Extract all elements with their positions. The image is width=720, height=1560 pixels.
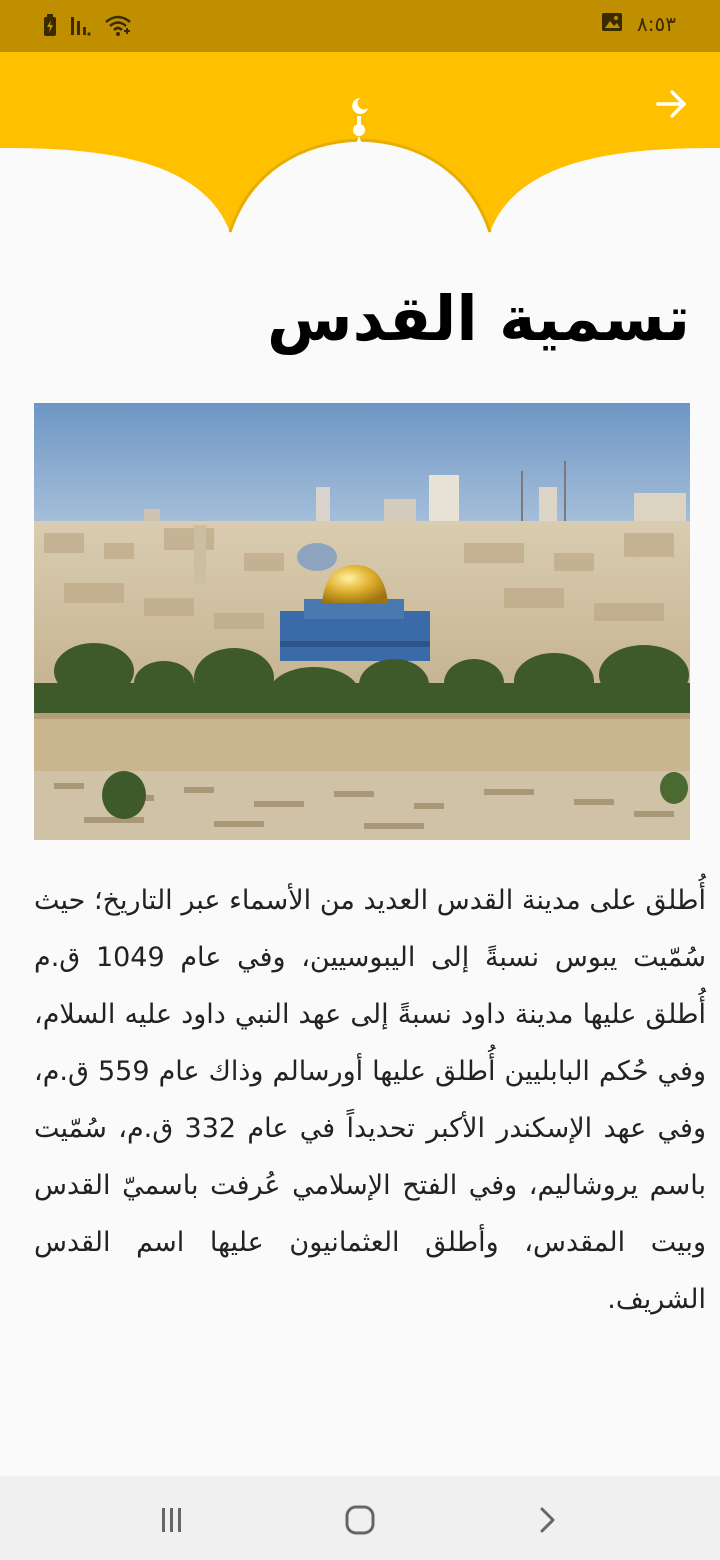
home-icon: [345, 1505, 375, 1535]
arrow-right-icon: [656, 90, 686, 118]
home-button[interactable]: [340, 1500, 380, 1540]
battery-charging-icon: [42, 14, 58, 42]
header-arch-shape: [0, 52, 720, 233]
signal-icon: [70, 15, 92, 41]
recents-button[interactable]: [152, 1500, 192, 1540]
back-button[interactable]: [654, 86, 690, 122]
nav-back-button[interactable]: [526, 1500, 566, 1540]
header-banner: [0, 52, 720, 252]
hero-image: [34, 403, 690, 840]
status-time: ٨:٥٣: [637, 12, 676, 36]
recents-icon: [162, 1508, 181, 1532]
wifi-icon: [104, 14, 132, 42]
system-nav-bar: [0, 1476, 720, 1560]
back-icon: [540, 1507, 555, 1533]
status-bar: ٨:٥٣: [0, 0, 720, 52]
image-notification-icon: [601, 12, 623, 36]
page-title: تسمية القدس: [267, 282, 690, 355]
jerusalem-panorama: [34, 403, 690, 840]
article-body: أُطلق على مدينة القدس العديد من الأسماء …: [34, 885, 706, 1315]
